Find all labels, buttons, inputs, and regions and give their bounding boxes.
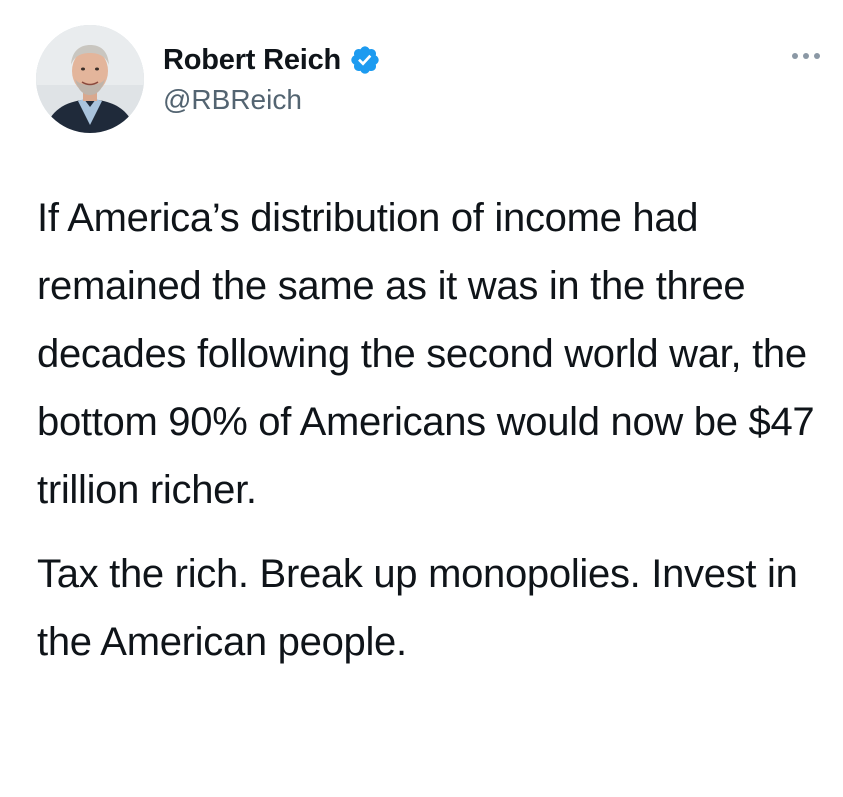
more-dot bbox=[814, 53, 820, 59]
more-dot bbox=[803, 53, 809, 59]
avatar[interactable] bbox=[36, 25, 144, 133]
tweet-text: If America’s distribution of income had … bbox=[37, 184, 827, 676]
tweet-paragraph: Tax the rich. Break up monopolies. Inves… bbox=[37, 552, 798, 664]
tweet-paragraph: If America’s distribution of income had … bbox=[37, 196, 815, 512]
avatar-image bbox=[36, 25, 144, 133]
tweet-card: Robert Reich @RBReich If America’s distr… bbox=[0, 0, 843, 797]
author-block[interactable]: Robert Reich @RBReich bbox=[163, 40, 381, 116]
more-options-icon[interactable] bbox=[792, 53, 820, 59]
author-display-name[interactable]: Robert Reich bbox=[163, 44, 341, 77]
author-name-row: Robert Reich bbox=[163, 40, 381, 80]
verified-badge-icon bbox=[351, 46, 379, 74]
author-handle[interactable]: @RBReich bbox=[163, 84, 381, 116]
more-dot bbox=[792, 53, 798, 59]
